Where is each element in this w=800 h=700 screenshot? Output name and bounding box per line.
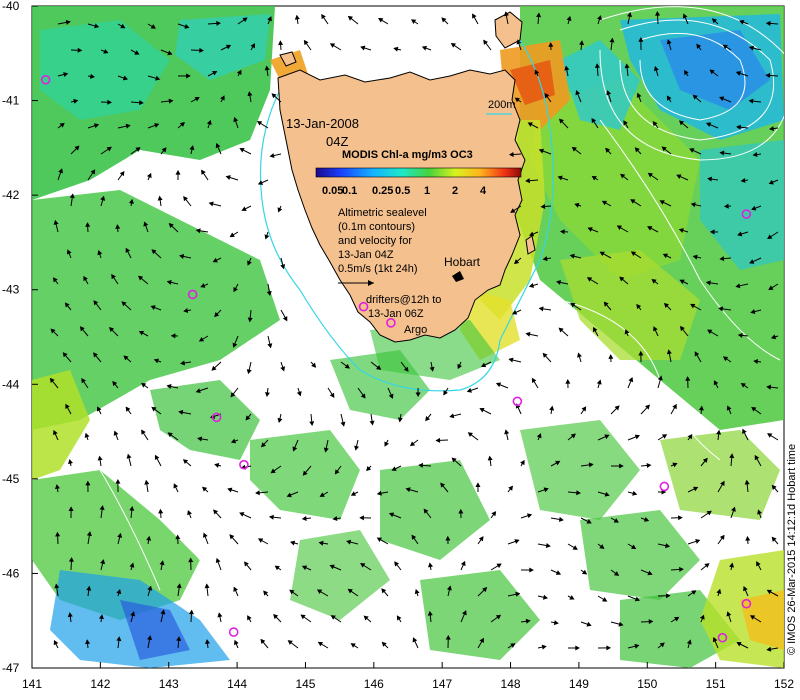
y-tick-label: -41 [2, 94, 20, 108]
x-tick-label: 149 [569, 677, 589, 691]
colorbar-tick-label: 0.5 [395, 185, 410, 197]
y-tick-label: -47 [2, 661, 20, 675]
x-tick-label: 143 [159, 677, 179, 691]
x-tick-label: 152 [774, 677, 794, 691]
legend-drifters2: 13-Jan 06Z [368, 308, 424, 320]
colorbar-title: MODIS Chl-a mg/m3 OC3 [342, 149, 473, 161]
chlorophyll-map: 200m 13-Jan-2008 04Z MODIS Chl-a mg/m3 O… [2, 0, 798, 691]
legend-line5: 0.5m/s (1kt 24h) [338, 263, 417, 275]
colorbar [315, 167, 522, 178]
x-tick-label: 145 [295, 677, 315, 691]
x-tick-label: 144 [227, 677, 247, 691]
x-tick-label: 142 [90, 677, 110, 691]
colorbar-tick-label: 0.25 [372, 185, 393, 197]
y-tick-label: -45 [2, 472, 20, 486]
map-date: 13-Jan-2008 [286, 116, 359, 131]
colorbar-tick-label: 0.1 [342, 185, 357, 197]
y-tick-label: -44 [2, 377, 20, 391]
legend-line3: and velocity for [338, 235, 412, 247]
colorbar-tick-label: 1 [424, 185, 430, 197]
y-tick-label: -43 [2, 283, 20, 297]
legend-line1: Altimetric sealevel [338, 207, 427, 219]
x-tick-label: 146 [364, 677, 384, 691]
isobath-legend-label: 200m [488, 99, 516, 111]
x-tick-label: 148 [501, 677, 521, 691]
colorbar-tick-label: 4 [480, 185, 487, 197]
legend-drifters1: drifters@12h to [366, 294, 441, 306]
x-tick-label: 147 [432, 677, 452, 691]
credit-text: © IMOS 26-Mar-2015 14:12:1d Hobart time [786, 444, 798, 655]
map-time: 04Z [326, 134, 348, 149]
y-tick-label: -40 [2, 0, 20, 13]
legend-line2: (0.1m contours) [338, 221, 415, 233]
legend-line4: 13-Jan 04Z [338, 249, 394, 261]
colorbar-tick-label: 0.05 [322, 185, 343, 197]
legend-argo: Argo [404, 324, 427, 336]
y-tick-label: -46 [2, 566, 20, 580]
y-tick-label: -42 [2, 188, 20, 202]
x-tick-label: 151 [706, 677, 726, 691]
x-tick-label: 150 [637, 677, 657, 691]
colorbar-tick-label: 2 [452, 185, 458, 197]
x-tick-label: 141 [22, 677, 42, 691]
place-hobart: Hobart [444, 255, 481, 269]
